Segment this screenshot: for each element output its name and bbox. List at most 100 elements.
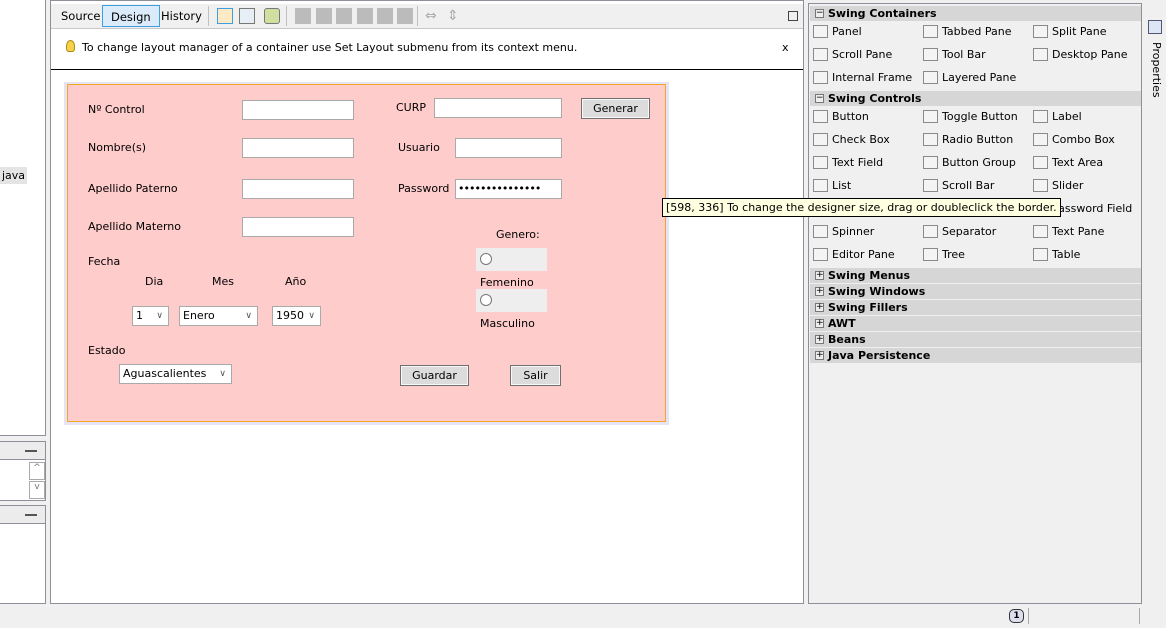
align-bottom-icon[interactable] (377, 8, 393, 24)
palette-category[interactable]: + Swing Windows (810, 284, 1141, 299)
palette-item-text-area[interactable]: Text Area (1033, 154, 1103, 172)
palette-item-scroll-pane[interactable]: Scroll Pane (813, 46, 892, 64)
collapse-icon[interactable]: − (815, 94, 824, 103)
expand-icon[interactable]: + (815, 303, 824, 312)
palette-item-radio-button[interactable]: Radio Button (923, 131, 1013, 149)
selection-mode-icon[interactable] (217, 8, 233, 24)
generar-button[interactable]: Generar (581, 98, 650, 119)
center-horizontal-icon[interactable] (336, 8, 352, 24)
estado-combo[interactable]: Aguascalientes ∨ (119, 364, 232, 384)
salir-button[interactable]: Salir (510, 365, 561, 386)
category-title: Swing Containers (828, 7, 937, 20)
tab-source[interactable]: Source (53, 5, 109, 27)
palette-item-button[interactable]: Button (813, 108, 869, 126)
scroll-up-button[interactable]: ^ (29, 462, 45, 480)
align-right-icon[interactable] (316, 8, 332, 24)
password-field[interactable]: ••••••••••••••• (455, 179, 562, 199)
file-item[interactable]: java (0, 167, 28, 184)
minimize-icon[interactable] (25, 450, 37, 452)
palette-category[interactable]: + Swing Menus (810, 268, 1141, 283)
palette-item-text-pane[interactable]: Text Pane (1033, 223, 1104, 241)
button-icon (813, 110, 828, 123)
control-field[interactable] (242, 100, 354, 120)
minimize-icon[interactable] (25, 514, 37, 516)
navigator-panel: ^ v (0, 459, 46, 501)
radio-button-icon (923, 133, 938, 146)
palette-item-spinner[interactable]: Spinner (813, 223, 874, 241)
palette-category[interactable]: − Swing Controls (810, 91, 1141, 106)
palette-category[interactable]: + Swing Fillers (810, 300, 1141, 315)
palette-item-layered-pane[interactable]: Layered Pane (923, 69, 1016, 87)
palette-item-tabbed-pane[interactable]: Tabbed Pane (923, 23, 1011, 41)
text-pane-icon (1033, 225, 1048, 238)
palette-item-desktop-pane[interactable]: Desktop Pane (1033, 46, 1127, 64)
palette-item-check-box[interactable]: Check Box (813, 131, 890, 149)
hint-bar: To change layout manager of a container … (51, 29, 803, 70)
nombre-field[interactable] (242, 138, 354, 158)
palette-item-table[interactable]: Table (1033, 246, 1080, 264)
palette-item-panel[interactable]: Panel (813, 23, 862, 41)
palette-category[interactable]: + Java Persistence (810, 348, 1141, 363)
palette-item-slider[interactable]: Slider (1033, 177, 1083, 195)
preview-design-icon[interactable] (264, 8, 280, 24)
palette-item-list[interactable]: List (813, 177, 851, 195)
radio-femenino[interactable]: Femenino (476, 248, 547, 289)
palette-item-label: Password Field (1052, 202, 1133, 215)
align-left-icon[interactable] (295, 8, 311, 24)
palette-category[interactable]: − Swing Containers (810, 6, 1141, 21)
usuario-field[interactable] (455, 138, 562, 158)
category-title: Swing Windows (828, 285, 926, 298)
palette-item-combo-box[interactable]: Combo Box (1033, 131, 1115, 149)
palette-item-editor-pane[interactable]: Editor Pane (813, 246, 895, 264)
palette-category[interactable]: + AWT (810, 316, 1141, 331)
tree-icon (923, 248, 938, 261)
guardar-button[interactable]: Guardar (400, 365, 469, 386)
radio-masculino[interactable]: Masculino (476, 289, 547, 330)
expand-icon[interactable]: + (815, 271, 824, 280)
palette-item-internal-frame[interactable]: Internal Frame (813, 69, 912, 87)
form-panel[interactable]: Nº Control Nombre(s) Apellido Paterno Ap… (67, 84, 666, 422)
chevron-down-icon: ∨ (308, 311, 315, 321)
palette-item-label: Text Area (1052, 156, 1104, 169)
tab-history[interactable]: History (153, 5, 210, 27)
palette-item-toggle-button[interactable]: Toggle Button (923, 108, 1018, 126)
expand-icon[interactable]: + (815, 335, 824, 344)
resize-vertical-icon[interactable]: ⇕ (447, 8, 463, 24)
table-icon (1033, 248, 1048, 261)
resize-horizontal-icon[interactable]: ⇔ (425, 8, 441, 24)
center-vertical-icon[interactable] (397, 8, 413, 24)
palette-item-scroll-bar[interactable]: Scroll Bar (923, 177, 994, 195)
tab-design[interactable]: Design (102, 5, 160, 27)
designer-frame[interactable]: Nº Control Nombre(s) Apellido Paterno Ap… (64, 82, 669, 425)
label-genero: Genero: (496, 228, 540, 241)
members-panel (0, 523, 46, 604)
mes-combo[interactable]: Enero ∨ (179, 306, 258, 326)
maximize-icon[interactable] (788, 11, 798, 21)
palette-item-button-group[interactable]: Button Group (923, 154, 1016, 172)
palette-item-text-field[interactable]: Text Field (813, 154, 883, 172)
dia-combo[interactable]: 1 ∨ (132, 306, 169, 326)
palette-item-separator[interactable]: Separator (923, 223, 996, 241)
close-hint-button[interactable]: x (782, 41, 789, 54)
expand-icon[interactable]: + (815, 287, 824, 296)
palette-item-tree[interactable]: Tree (923, 246, 965, 264)
connection-mode-icon[interactable] (239, 8, 255, 24)
scroll-down-button[interactable]: v (29, 481, 45, 499)
align-top-icon[interactable] (357, 8, 373, 24)
properties-side-tab[interactable]: Properties (1144, 20, 1164, 98)
palette-item-split-pane[interactable]: Split Pane (1033, 23, 1107, 41)
tool-bar-icon (923, 48, 938, 61)
label-curp: CURP (396, 101, 427, 114)
palette-item-tool-bar[interactable]: Tool Bar (923, 46, 986, 64)
paterno-field[interactable] (242, 179, 354, 199)
palette-item-label[interactable]: Label (1033, 108, 1082, 126)
expand-icon[interactable]: + (815, 319, 824, 328)
materno-field[interactable] (242, 217, 354, 237)
expand-icon[interactable]: + (815, 351, 824, 360)
palette-category[interactable]: + Beans (810, 332, 1141, 347)
curp-field[interactable] (434, 98, 562, 118)
collapse-icon[interactable]: − (815, 9, 824, 18)
category-title: Swing Fillers (828, 301, 908, 314)
anio-combo[interactable]: 1950 ∨ (272, 306, 321, 326)
notifications-icon[interactable]: 1 (1009, 609, 1024, 623)
